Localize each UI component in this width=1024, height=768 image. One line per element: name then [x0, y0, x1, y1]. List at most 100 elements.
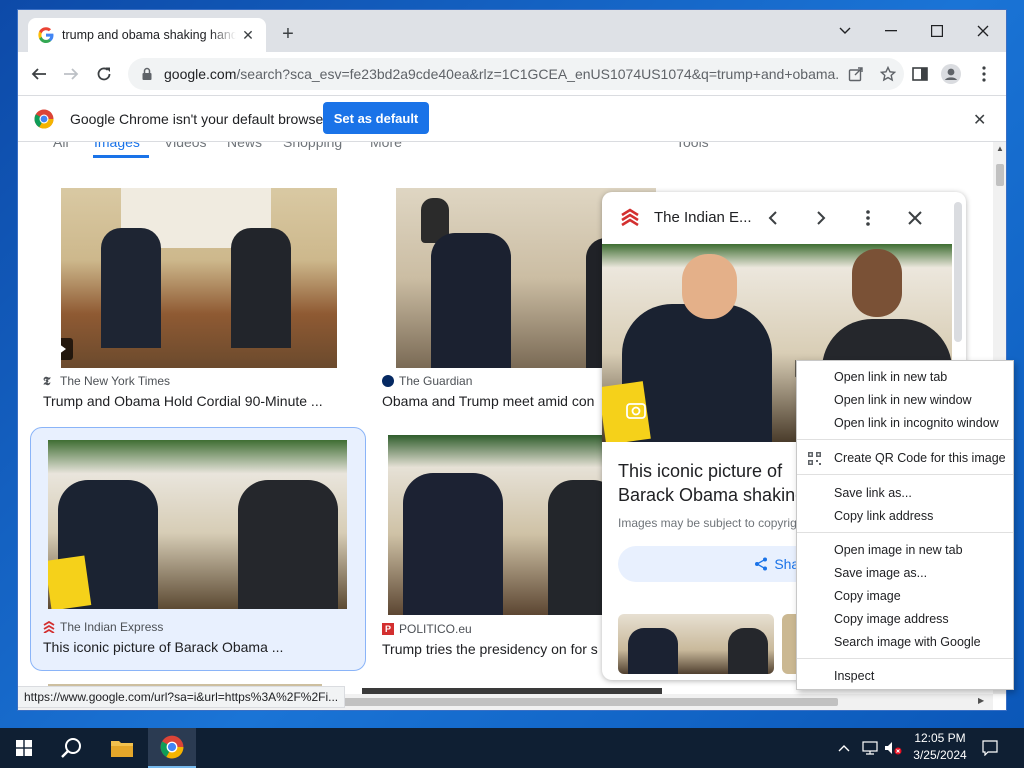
context-menu: Open link in new tab Open link in new wi…: [796, 360, 1014, 690]
tab-close-icon[interactable]: ✕: [240, 27, 256, 44]
system-clock[interactable]: 12:05 PM 3/25/2024: [908, 730, 972, 764]
menu-save-image-as[interactable]: Save image as...: [797, 562, 1013, 584]
arrow-right-icon: [64, 68, 79, 80]
chevron-left-icon[interactable]: [765, 210, 781, 226]
side-panel-button[interactable]: [909, 63, 931, 85]
tab-images[interactable]: Images: [94, 142, 140, 150]
menu-search-image-google[interactable]: Search image with Google: [797, 631, 1013, 653]
notification-icon: [982, 740, 998, 756]
chrome-menu-button[interactable]: [973, 63, 995, 85]
result-3-image: [48, 440, 347, 609]
tab-search-button[interactable]: [822, 16, 868, 46]
search-icon: [61, 738, 81, 758]
profile-button[interactable]: [940, 63, 962, 85]
clock-date: 3/25/2024: [913, 748, 967, 762]
menu-separator: [797, 658, 1013, 659]
set-default-button[interactable]: Set as default: [323, 102, 429, 134]
share-page-button[interactable]: [840, 66, 872, 82]
share-icon: [848, 67, 863, 82]
panel-image-title[interactable]: This iconic picture of Barack Obama shak…: [618, 459, 818, 507]
result-1-source-name: The New York Times: [60, 374, 171, 388]
avatar-icon: [941, 64, 961, 84]
menu-copy-image-address[interactable]: Copy image address: [797, 608, 1013, 630]
menu-save-link-as[interactable]: Save link as...: [797, 482, 1013, 504]
star-icon: [880, 66, 896, 82]
result-4-image: [388, 435, 618, 615]
default-browser-infobar: Google Chrome isn't your default browser…: [18, 96, 1006, 142]
image-result-1[interactable]: 𝕿 The New York Times Trump and Obama Hold…: [38, 186, 360, 409]
network-icon: [862, 741, 878, 755]
result-1-image: [61, 188, 337, 368]
panel-source-title[interactable]: The Indian E...: [654, 209, 752, 226]
tab-videos[interactable]: Videos: [164, 142, 207, 150]
result-1-caption: Trump and Obama Hold Cordial 90-Minute .…: [43, 393, 323, 409]
tab-tools[interactable]: Tools: [676, 142, 709, 150]
back-button[interactable]: [28, 63, 50, 85]
result-2-source-name: The Guardian: [399, 374, 473, 388]
maximize-button[interactable]: [914, 16, 960, 46]
menu-create-qr-code[interactable]: Create QR Code for this image: [797, 447, 1013, 469]
minimize-button[interactable]: [868, 16, 914, 46]
image-result-4[interactable]: P POLITICO.eu Trump tries the presidency …: [382, 427, 618, 671]
search-button[interactable]: [48, 728, 96, 768]
minimize-icon: [885, 30, 897, 32]
chevron-right-icon[interactable]: [813, 210, 829, 226]
indian-express-logo-icon: [621, 208, 639, 227]
menu-inspect[interactable]: Inspect: [797, 665, 1013, 687]
chrome-taskbar-button[interactable]: [148, 728, 196, 768]
windows-taskbar: 12:05 PM 3/25/2024: [0, 728, 1024, 768]
close-window-button[interactable]: [960, 16, 1006, 46]
clock-time: 12:05 PM: [914, 731, 966, 745]
menu-open-link-new-tab[interactable]: Open link in new tab: [797, 366, 1013, 388]
new-tab-button[interactable]: +: [276, 23, 300, 47]
result-3-source-name: The Indian Express: [60, 620, 164, 634]
tab-more[interactable]: More: [370, 142, 402, 150]
bookmark-button[interactable]: [872, 66, 904, 82]
address-bar[interactable]: google.com/search?sca_esv=fe23bd2a9cde40…: [128, 58, 904, 90]
notifications-button[interactable]: [982, 728, 1002, 768]
menu-separator: [797, 474, 1013, 475]
more-vert-icon: [982, 66, 986, 82]
reload-button[interactable]: [93, 63, 115, 85]
network-button[interactable]: [862, 728, 880, 768]
url-domain: google.com: [164, 66, 237, 82]
folder-icon: [111, 741, 133, 757]
panel-header: The Indian E...: [602, 192, 966, 244]
close-icon[interactable]: [907, 210, 923, 226]
chrome-logo-icon: [34, 109, 54, 129]
menu-open-image-new-tab[interactable]: Open image in new tab: [797, 539, 1013, 561]
image-result-2[interactable]: The Guardian Obama and Trump meet amid c…: [382, 186, 656, 409]
close-icon: [977, 25, 989, 37]
result-1-source: 𝕿 The New York Times: [43, 374, 170, 388]
url-text: google.com/search?sca_esv=fe23bd2a9cde40…: [164, 66, 840, 82]
related-image-1[interactable]: [618, 614, 774, 674]
tab-title: trump and obama shaking hands - Google S…: [62, 28, 236, 42]
menu-open-link-incognito[interactable]: Open link in incognito window: [797, 412, 1013, 434]
menu-copy-image[interactable]: Copy image: [797, 585, 1013, 607]
tab-news[interactable]: News: [227, 142, 262, 150]
volume-muted-icon: [885, 742, 902, 755]
forward-button[interactable]: [60, 63, 82, 85]
image-result-3-selected[interactable]: The Indian Express This iconic picture o…: [30, 427, 366, 671]
share-icon: [755, 557, 768, 571]
infobar-close-icon[interactable]: ✕: [973, 110, 986, 130]
infobar-message: Google Chrome isn't your default browser: [70, 111, 328, 127]
guardian-logo-icon: [382, 375, 394, 387]
tab-shopping[interactable]: Shopping: [283, 142, 342, 150]
more-vert-icon[interactable]: [866, 210, 870, 226]
file-explorer-button[interactable]: [98, 728, 146, 768]
side-panel-icon: [912, 67, 928, 81]
volume-button[interactable]: [884, 728, 904, 768]
start-button[interactable]: [0, 728, 48, 768]
menu-copy-link-address[interactable]: Copy link address: [797, 505, 1013, 527]
active-tab-underline: [93, 155, 149, 158]
result-2-caption: Obama and Trump meet amid con: [382, 393, 595, 409]
menu-separator: [797, 532, 1013, 533]
browser-tab[interactable]: trump and obama shaking hands - Google S…: [28, 18, 266, 52]
lens-search-icon[interactable]: [626, 401, 646, 419]
menu-open-link-new-window[interactable]: Open link in new window: [797, 389, 1013, 411]
maximize-icon: [931, 25, 943, 37]
tab-strip: trump and obama shaking hands - Google S…: [18, 10, 1006, 52]
tab-all[interactable]: All: [53, 142, 69, 150]
tray-overflow-button[interactable]: [838, 728, 854, 768]
